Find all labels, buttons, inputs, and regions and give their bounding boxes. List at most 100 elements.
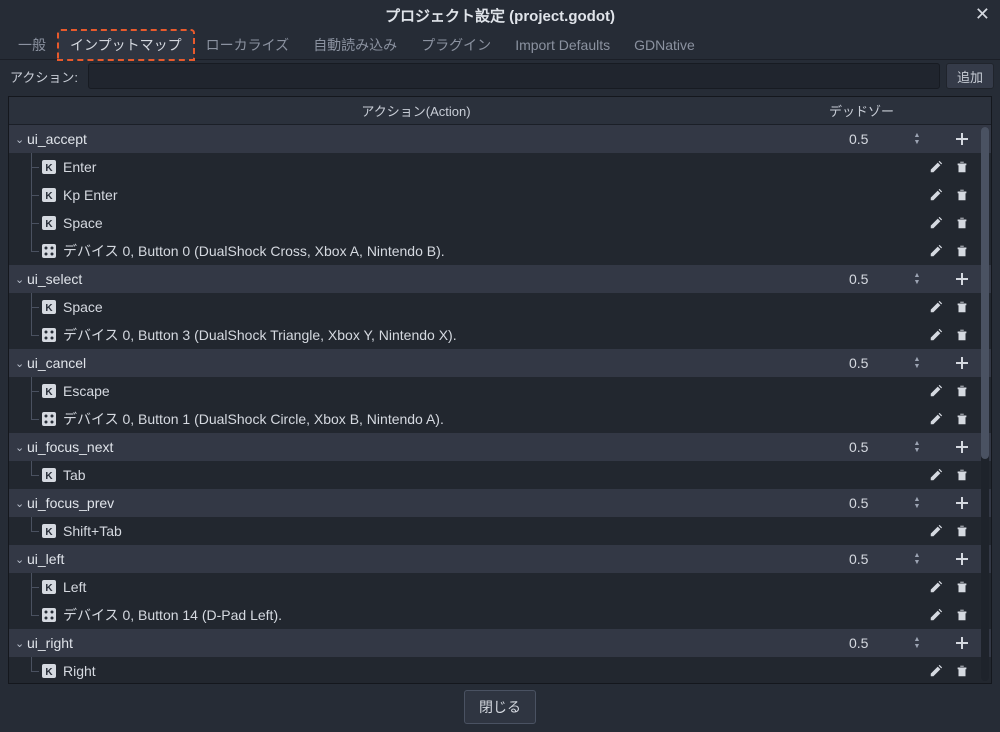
edit-event-button[interactable]	[923, 188, 949, 202]
add-event-button[interactable]	[949, 131, 975, 147]
deadzone-value[interactable]: 0.5	[849, 355, 909, 371]
action-row[interactable]: ⌄ui_cancel0.5▲▼	[9, 349, 991, 377]
add-event-button[interactable]	[949, 271, 975, 287]
event-row[interactable]: Left	[9, 573, 991, 601]
event-row[interactable]: Kp Enter	[9, 181, 991, 209]
action-row[interactable]: ⌄ui_accept0.5▲▼	[9, 125, 991, 153]
expand-arrow-icon[interactable]: ⌄	[13, 441, 27, 454]
deadzone-value[interactable]: 0.5	[849, 131, 909, 147]
deadzone-value[interactable]: 0.5	[849, 439, 909, 455]
action-row[interactable]: ⌄ui_right0.5▲▼	[9, 629, 991, 657]
action-name: ui_right	[27, 635, 849, 651]
deadzone-value[interactable]: 0.5	[849, 635, 909, 651]
tab-6[interactable]: GDNative	[622, 32, 707, 58]
edit-event-button[interactable]	[923, 608, 949, 622]
delete-event-button[interactable]	[949, 384, 975, 398]
event-label: デバイス 0, Button 1 (DualShock Circle, Xbox…	[63, 409, 923, 429]
tab-1[interactable]: インプットマップ	[58, 30, 194, 60]
delete-event-button[interactable]	[949, 608, 975, 622]
keyboard-key-icon	[41, 383, 57, 399]
deadzone-value[interactable]: 0.5	[849, 551, 909, 567]
tab-2[interactable]: ローカライズ	[194, 30, 302, 60]
event-label: Kp Enter	[63, 187, 923, 203]
delete-event-button[interactable]	[949, 664, 975, 678]
event-row[interactable]: Space	[9, 209, 991, 237]
deadzone-stepper[interactable]: ▲▼	[909, 636, 925, 650]
scrollbar-thumb[interactable]	[981, 127, 989, 459]
action-row[interactable]: ⌄ui_left0.5▲▼	[9, 545, 991, 573]
deadzone-stepper[interactable]: ▲▼	[909, 132, 925, 146]
expand-arrow-icon[interactable]: ⌄	[13, 357, 27, 370]
event-row[interactable]: Tab	[9, 461, 991, 489]
expand-arrow-icon[interactable]: ⌄	[13, 133, 27, 146]
delete-event-button[interactable]	[949, 160, 975, 174]
tree-branch-icon	[27, 573, 41, 601]
deadzone-stepper[interactable]: ▲▼	[909, 356, 925, 370]
event-label: Space	[63, 215, 923, 231]
column-action-header: アクション(Action)	[9, 101, 823, 120]
close-icon[interactable]: ✕	[975, 4, 990, 25]
delete-event-button[interactable]	[949, 412, 975, 426]
tab-5[interactable]: Import Defaults	[503, 32, 622, 58]
deadzone-stepper[interactable]: ▲▼	[909, 272, 925, 286]
edit-event-button[interactable]	[923, 664, 949, 678]
delete-event-button[interactable]	[949, 524, 975, 538]
event-row[interactable]: デバイス 0, Button 1 (DualShock Circle, Xbox…	[9, 405, 991, 433]
add-event-button[interactable]	[949, 495, 975, 511]
event-row[interactable]: Escape	[9, 377, 991, 405]
expand-arrow-icon[interactable]: ⌄	[13, 553, 27, 566]
delete-event-button[interactable]	[949, 216, 975, 230]
deadzone-value[interactable]: 0.5	[849, 271, 909, 287]
joypad-icon	[41, 243, 57, 259]
edit-event-button[interactable]	[923, 244, 949, 258]
tab-4[interactable]: プラグイン	[409, 30, 503, 60]
event-row[interactable]: Enter	[9, 153, 991, 181]
deadzone-value[interactable]: 0.5	[849, 495, 909, 511]
tab-3[interactable]: 自動読み込み	[301, 30, 409, 60]
event-row[interactable]: デバイス 0, Button 0 (DualShock Cross, Xbox …	[9, 237, 991, 265]
event-row[interactable]: デバイス 0, Button 3 (DualShock Triangle, Xb…	[9, 321, 991, 349]
deadzone-stepper[interactable]: ▲▼	[909, 496, 925, 510]
delete-event-button[interactable]	[949, 244, 975, 258]
add-event-button[interactable]	[949, 551, 975, 567]
edit-event-button[interactable]	[923, 384, 949, 398]
edit-event-button[interactable]	[923, 328, 949, 342]
event-row[interactable]: Shift+Tab	[9, 517, 991, 545]
expand-arrow-icon[interactable]: ⌄	[13, 637, 27, 650]
deadzone-stepper[interactable]: ▲▼	[909, 552, 925, 566]
event-row[interactable]: デバイス 0, Button 14 (D-Pad Left).	[9, 601, 991, 629]
edit-event-button[interactable]	[923, 300, 949, 314]
edit-event-button[interactable]	[923, 524, 949, 538]
tree-branch-icon	[27, 377, 41, 405]
delete-event-button[interactable]	[949, 468, 975, 482]
action-row[interactable]: ⌄ui_focus_prev0.5▲▼	[9, 489, 991, 517]
edit-event-button[interactable]	[923, 216, 949, 230]
deadzone-stepper[interactable]: ▲▼	[909, 440, 925, 454]
action-name-input[interactable]	[88, 63, 940, 89]
tab-0[interactable]: 一般	[6, 30, 58, 60]
event-row[interactable]: Right	[9, 657, 991, 683]
event-label: Space	[63, 299, 923, 315]
joypad-icon	[41, 411, 57, 427]
delete-event-button[interactable]	[949, 188, 975, 202]
add-action-button[interactable]: 追加	[946, 63, 994, 89]
delete-event-button[interactable]	[949, 328, 975, 342]
action-row[interactable]: ⌄ui_focus_next0.5▲▼	[9, 433, 991, 461]
add-event-button[interactable]	[949, 439, 975, 455]
edit-event-button[interactable]	[923, 160, 949, 174]
delete-event-button[interactable]	[949, 580, 975, 594]
add-event-button[interactable]	[949, 635, 975, 651]
expand-arrow-icon[interactable]: ⌄	[13, 273, 27, 286]
edit-event-button[interactable]	[923, 580, 949, 594]
tabs-bar: 一般インプットマップローカライズ自動読み込みプラグインImport Defaul…	[0, 30, 1000, 60]
delete-event-button[interactable]	[949, 300, 975, 314]
expand-arrow-icon[interactable]: ⌄	[13, 497, 27, 510]
close-button[interactable]: 閉じる	[464, 690, 536, 724]
edit-event-button[interactable]	[923, 468, 949, 482]
edit-event-button[interactable]	[923, 412, 949, 426]
scrollbar[interactable]	[981, 127, 989, 681]
event-label: デバイス 0, Button 3 (DualShock Triangle, Xb…	[63, 325, 923, 345]
event-row[interactable]: Space	[9, 293, 991, 321]
add-event-button[interactable]	[949, 355, 975, 371]
action-row[interactable]: ⌄ui_select0.5▲▼	[9, 265, 991, 293]
